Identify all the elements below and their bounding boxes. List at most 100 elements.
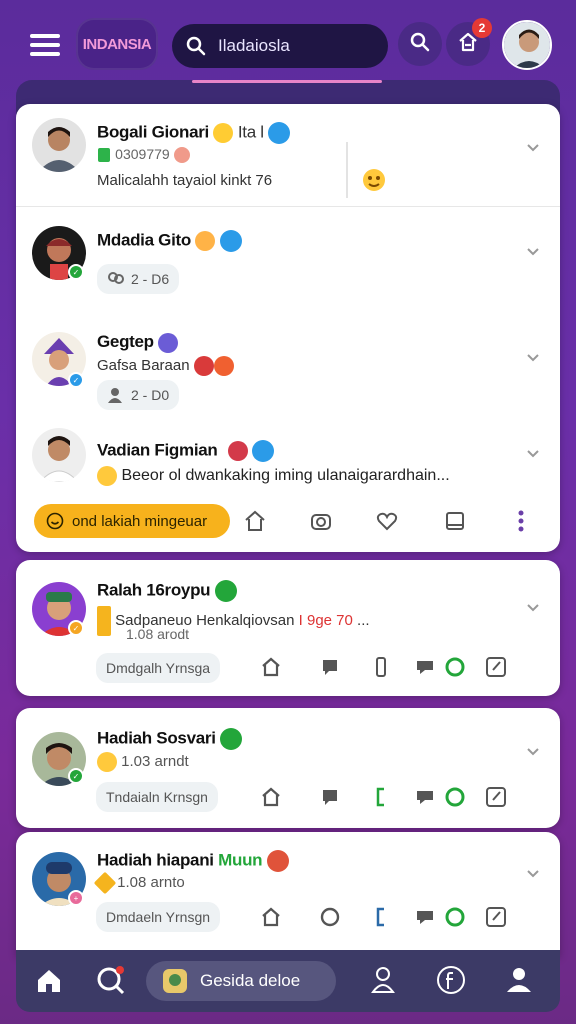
divider — [346, 142, 348, 198]
avatar — [32, 118, 86, 172]
emoji-icon — [213, 123, 234, 143]
feed-name: Ralah 16roypu — [97, 580, 237, 602]
chevron-down-icon[interactable] — [526, 744, 540, 758]
share-icon[interactable] — [260, 906, 282, 928]
contact-name: Vadian Figmian — [97, 440, 275, 462]
tag-chip[interactable]: Dmdgalh Yrnsga — [96, 653, 221, 683]
chat-icon[interactable] — [319, 656, 341, 678]
phone-icon[interactable] — [370, 656, 392, 678]
tag-chip[interactable]: Dmdaeln Yrnsgn — [96, 902, 221, 932]
bracket-icon[interactable] — [370, 906, 392, 928]
plus-badge-icon — [266, 850, 289, 872]
contact-description: Beeor ol dwankaking iming ulanaigarardha… — [97, 466, 450, 486]
home-icon[interactable] — [244, 510, 266, 532]
verified-badge-icon — [268, 122, 291, 144]
notification-badge: 2 — [472, 18, 492, 38]
smile-icon — [46, 512, 64, 530]
avatar — [32, 428, 86, 482]
list-item[interactable]: ✓ Gegtep Gafsa Baraan 2 - D0 — [16, 312, 560, 416]
user-icon[interactable] — [370, 966, 396, 999]
chevron-down-icon[interactable] — [526, 350, 540, 364]
chevron-down-icon[interactable] — [526, 244, 540, 258]
verified-badge-icon: ✓ — [68, 264, 84, 280]
app-logo[interactable]: INDANSIA — [76, 18, 158, 70]
group-icon — [107, 271, 125, 287]
verified-badge-icon — [214, 580, 237, 602]
timestamp: 1.08 arnto — [93, 871, 185, 895]
contacts-card: Bogali Gionari Ita l 0309779 Malicalahh … — [16, 104, 560, 552]
contact-name: Mdadia Gito — [97, 230, 242, 252]
list-item[interactable]: Bogali Gionari Ita l 0309779 Malicalahh … — [16, 104, 560, 208]
facebook-icon[interactable] — [436, 965, 466, 1000]
primary-action-button[interactable]: ond lakiah mingeuar — [34, 504, 230, 538]
stats-chip[interactable]: 2 - D6 — [97, 264, 180, 294]
divider — [16, 206, 560, 207]
share-icon[interactable] — [260, 656, 282, 678]
verified-badge-icon: + — [68, 890, 84, 906]
stats-chip[interactable]: 2 - D0 — [97, 380, 180, 410]
list-item[interactable]: Vadian Figmian Beeor ol dwankaking iming… — [16, 416, 560, 496]
feed-name: Hadiah Sosvari — [97, 728, 243, 750]
list-item[interactable]: ✓ Mdadia Gito 2 - D6 — [16, 208, 560, 312]
more-vertical-icon[interactable] — [510, 510, 532, 532]
verified-badge-icon: ✓ — [68, 620, 84, 636]
feed-name: Hadiah hiapani Muun — [97, 850, 289, 872]
search-icon — [186, 36, 206, 61]
edit-icon[interactable] — [485, 786, 507, 808]
sticker-icon — [227, 441, 248, 461]
refresh-icon[interactable] — [444, 786, 466, 808]
message-icon[interactable] — [414, 786, 436, 808]
document-icon — [97, 604, 111, 638]
notifications-button[interactable]: 2 — [446, 18, 492, 66]
share-icon[interactable] — [260, 786, 282, 808]
tag-chip[interactable]: Tndaialn Krnsgn — [96, 782, 218, 812]
timestamp: 1.03 arndt — [97, 752, 189, 772]
search-icon[interactable] — [96, 966, 126, 1001]
refresh-icon[interactable] — [444, 906, 466, 928]
chat-icon[interactable] — [319, 906, 341, 928]
camera-icon[interactable] — [310, 510, 332, 532]
bracket-icon[interactable] — [370, 786, 392, 808]
message-icon[interactable] — [414, 656, 436, 678]
verified-badge-icon: ✓ — [68, 372, 84, 388]
feed-card[interactable]: ✓ Ralah 16roypu Sadpaneuo Henkalqiovsan … — [16, 560, 560, 696]
timestamp: 1.08 arodt — [126, 626, 190, 642]
contact-description: Malicalahh tayaiol kinkt 76 — [97, 172, 273, 189]
top-bar: INDANSIA Iladaiosla 2 — [0, 0, 576, 90]
contact-name: Gegtep — [97, 332, 179, 353]
profile-avatar[interactable] — [502, 20, 552, 70]
active-tab-indicator — [192, 80, 382, 83]
bottom-navigation: Gesida deloe — [16, 950, 560, 1012]
chevron-down-icon[interactable] — [526, 866, 540, 880]
profile-icon[interactable] — [506, 966, 532, 999]
verified-badge-icon — [220, 728, 243, 750]
search-button[interactable] — [398, 22, 442, 66]
heart-icon[interactable] — [376, 510, 398, 532]
contact-name: Bogali Gionari Ita l — [97, 122, 291, 144]
sticker-icon — [193, 356, 214, 376]
message-icon[interactable] — [414, 906, 436, 928]
edit-icon[interactable] — [485, 906, 507, 928]
chat-icon[interactable] — [319, 786, 341, 808]
verified-badge-icon — [252, 440, 275, 462]
menu-icon[interactable] — [30, 34, 60, 56]
search-input[interactable]: Iladaiosla — [218, 36, 290, 56]
home-icon[interactable] — [36, 968, 62, 999]
search-bar[interactable]: Iladaiosla — [172, 24, 388, 68]
verified-badge-icon — [219, 230, 242, 252]
user-icon — [107, 387, 123, 403]
refresh-icon[interactable] — [444, 656, 466, 678]
compose-button[interactable]: Gesida deloe — [146, 961, 336, 1001]
edit-icon[interactable] — [485, 656, 507, 678]
bookmark-icon[interactable] — [444, 510, 466, 532]
star-icon — [93, 871, 117, 895]
emoji-icon — [97, 752, 117, 772]
chevron-down-icon[interactable] — [526, 446, 540, 460]
feed-card[interactable]: ✓ Hadiah Sosvari 1.03 arndt Tndaialn Krn… — [16, 708, 560, 828]
emoji-icon — [97, 466, 117, 486]
chevron-down-icon[interactable] — [526, 600, 540, 614]
chevron-down-icon[interactable] — [526, 140, 540, 154]
emoji-icon — [195, 231, 216, 251]
verified-badge-icon: ✓ — [68, 768, 84, 784]
feed-card[interactable]: + Hadiah hiapani Muun 1.08 arnto Dmdaeln… — [16, 832, 560, 956]
